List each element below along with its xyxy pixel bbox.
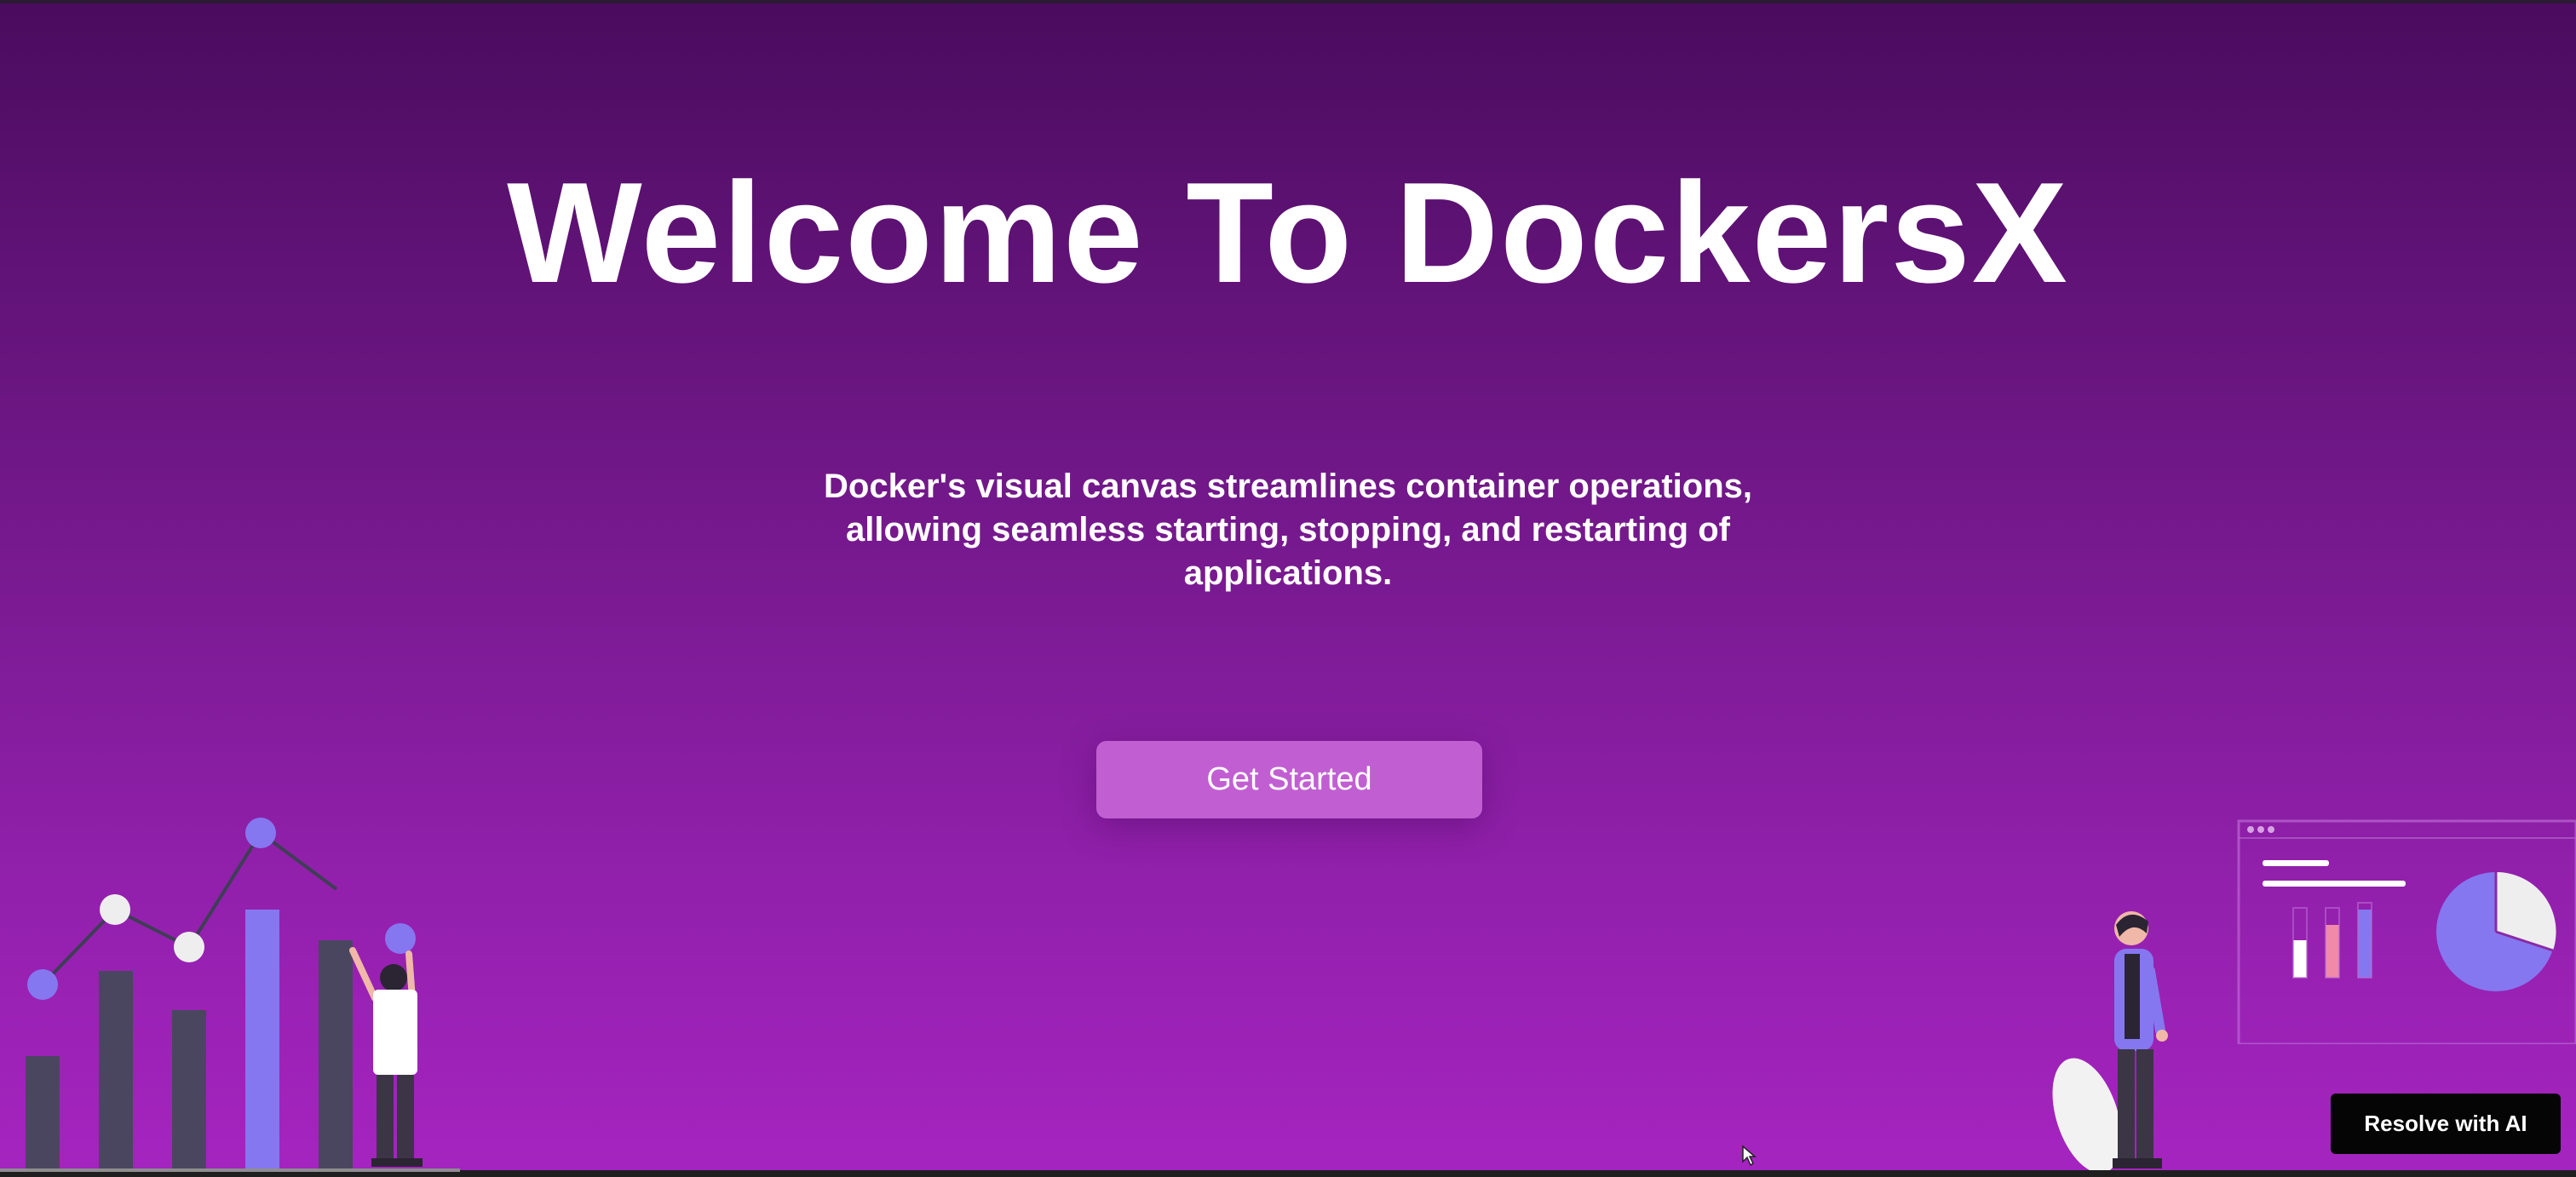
get-started-button[interactable]: Get Started	[1096, 741, 1482, 818]
pie-chart	[2436, 871, 2556, 991]
mouse-cursor-icon	[1742, 1145, 1757, 1167]
chart-bar	[245, 910, 279, 1170]
chart-bar	[319, 940, 353, 1170]
hero-description: Docker's visual canvas streamlines conta…	[824, 468, 1752, 592]
resolve-with-ai-button[interactable]: Resolve with AI	[2331, 1094, 2561, 1154]
chart-node	[100, 894, 130, 925]
hero-title: Welcome To DockersX	[507, 152, 2069, 313]
chart-bar	[172, 1010, 206, 1170]
chart-node	[245, 818, 276, 848]
chart-bar	[99, 971, 133, 1170]
dashboard-bar	[2326, 925, 2339, 978]
chart-node	[27, 969, 58, 1000]
chart-with-person-illustration	[26, 818, 423, 1170]
dashboard-bar	[2358, 910, 2372, 978]
person-figure	[349, 947, 423, 1167]
chart-node	[385, 923, 416, 954]
chart-node	[174, 932, 204, 962]
dashboard-bar	[2293, 940, 2307, 978]
scrollbar-track	[0, 1168, 460, 1172]
dashboard-panel-illustration	[2237, 819, 2576, 1044]
chart-bar	[26, 1056, 60, 1170]
standing-person-illustration	[2052, 911, 2168, 1170]
window-top-border	[0, 0, 2576, 3]
